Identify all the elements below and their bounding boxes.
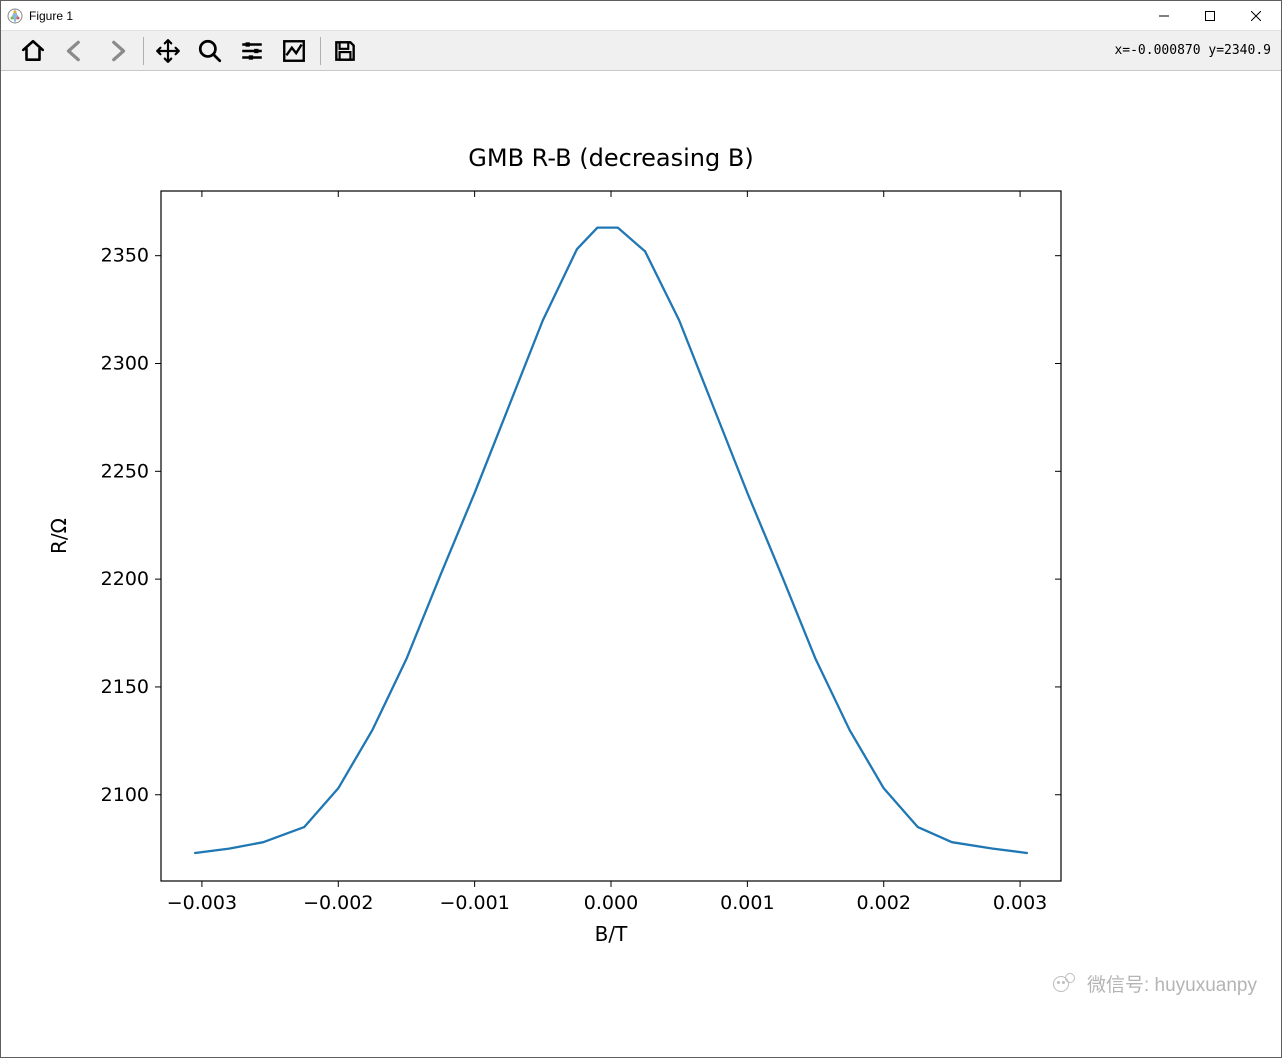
- window-title: Figure 1: [29, 9, 73, 23]
- svg-text:−0.002: −0.002: [303, 892, 373, 914]
- plot-canvas[interactable]: GMB R-B (decreasing B) −0.003 −0.002 −0.001…: [1, 71, 1281, 1057]
- coord-readout: x=-0.000870 y=2340.9: [1114, 43, 1275, 58]
- save-button[interactable]: [327, 33, 363, 69]
- svg-text:0.000: 0.000: [584, 892, 638, 914]
- titlebar: Figure 1: [1, 1, 1281, 31]
- mpl-toolbar: x=-0.000870 y=2340.9: [1, 31, 1281, 71]
- svg-text:R/Ω: R/Ω: [47, 518, 71, 554]
- forward-button[interactable]: [99, 33, 135, 69]
- maximize-button[interactable]: [1187, 1, 1233, 31]
- watermark-text: 微信号: huyuxuanpy: [1087, 970, 1257, 997]
- subplots-config-button[interactable]: [234, 33, 270, 69]
- close-button[interactable]: [1233, 1, 1279, 31]
- toolbar-separator: [143, 37, 144, 65]
- svg-text:−0.001: −0.001: [439, 892, 509, 914]
- toolbar-separator: [320, 37, 321, 65]
- pan-button[interactable]: [150, 33, 186, 69]
- svg-text:2350: 2350: [101, 245, 149, 267]
- zoom-button[interactable]: [192, 33, 228, 69]
- watermark: 微信号: huyuxuanpy: [1053, 970, 1257, 997]
- svg-text:2150: 2150: [101, 676, 149, 698]
- svg-text:−0.003: −0.003: [167, 892, 237, 914]
- chart-svg: GMB R-B (decreasing B) −0.003 −0.002 −0.001…: [1, 71, 1281, 1057]
- svg-text:0.001: 0.001: [720, 892, 774, 914]
- svg-text:GMB R-B (decreasing B): GMB R-B (decreasing B): [468, 144, 753, 172]
- wechat-icon: [1053, 973, 1079, 995]
- figure-window: Figure 1: [0, 0, 1282, 1058]
- svg-text:2200: 2200: [101, 568, 149, 590]
- svg-text:2250: 2250: [101, 460, 149, 482]
- svg-text:0.002: 0.002: [857, 892, 911, 914]
- svg-text:2300: 2300: [101, 353, 149, 375]
- svg-text:2100: 2100: [101, 784, 149, 806]
- svg-text:0.003: 0.003: [993, 892, 1047, 914]
- svg-text:B/T: B/T: [595, 922, 628, 946]
- home-button[interactable]: [15, 33, 51, 69]
- back-button[interactable]: [57, 33, 93, 69]
- minimize-button[interactable]: [1141, 1, 1187, 31]
- axes-edit-button[interactable]: [276, 33, 312, 69]
- app-icon: [7, 8, 23, 24]
